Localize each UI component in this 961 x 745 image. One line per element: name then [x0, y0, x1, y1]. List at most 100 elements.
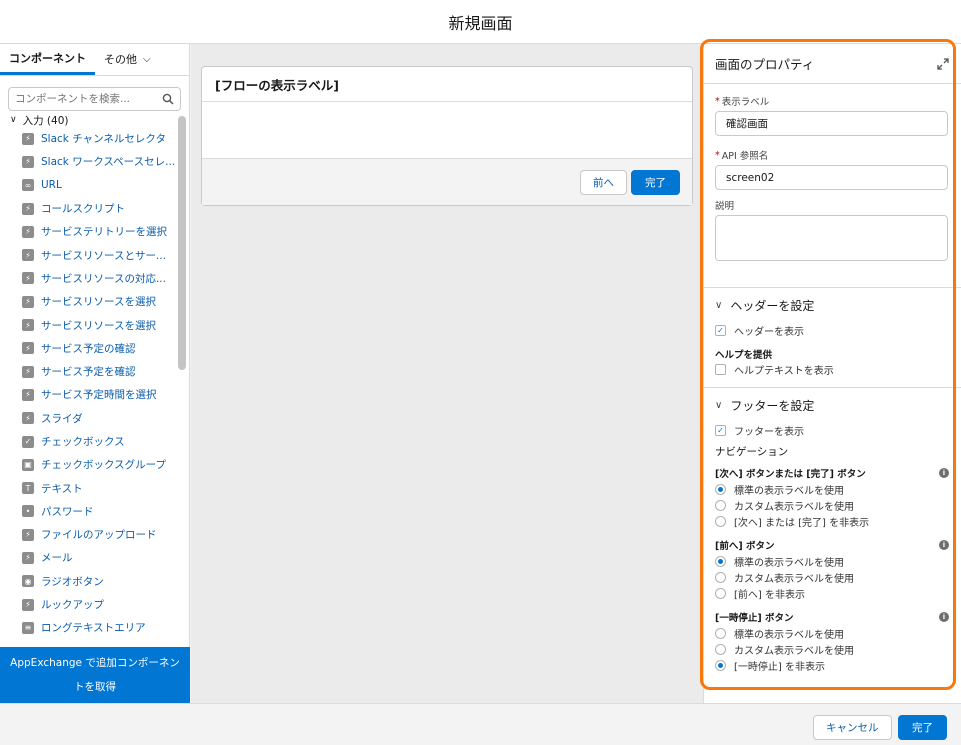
- nav-radio-option[interactable]: カスタム表示ラベルを使用: [704, 497, 961, 513]
- info-icon[interactable]: i: [939, 468, 949, 478]
- cancel-button[interactable]: キャンセル: [813, 715, 892, 740]
- tab-components[interactable]: コンポーネント: [0, 43, 95, 75]
- screen-preview-card[interactable]: [フローの表示ラベル] 前へ 完了: [201, 66, 693, 206]
- bolt-icon: ⚡: [22, 272, 34, 285]
- checkbox-group-icon: ▣: [22, 458, 34, 471]
- component-search-input[interactable]: [15, 93, 162, 105]
- nav-radio-option[interactable]: 標準の表示ラベルを使用: [704, 553, 961, 569]
- bolt-icon: ⚡: [22, 551, 34, 564]
- prev-button[interactable]: 前へ: [580, 170, 627, 195]
- component-item[interactable]: ⚡ サービスリソースを選択: [0, 290, 190, 313]
- api-name-field-label: * API 参照名: [715, 149, 769, 163]
- modal-title: 新規画面: [448, 13, 513, 33]
- component-item[interactable]: ⚡ サービスリソースの対応...: [0, 267, 190, 290]
- component-item[interactable]: ⚡ サービス予定を確認: [0, 360, 190, 383]
- component-item[interactable]: ▣ チェックボックスグループ: [0, 453, 190, 476]
- show-header-checkbox[interactable]: ✓ ヘッダーを表示: [704, 322, 961, 338]
- nav-radio-option[interactable]: カスタム表示ラベルを使用: [704, 569, 961, 585]
- screen-preview-title: [フローの表示ラベル]: [202, 67, 692, 102]
- bolt-icon: ⚡: [22, 528, 34, 541]
- component-item[interactable]: • パスワード: [0, 500, 190, 523]
- nav-radio-option[interactable]: [次へ] または [完了] を非表示: [704, 513, 961, 529]
- chevron-down-icon: ∨: [715, 399, 723, 411]
- component-item[interactable]: ⚡ サービスリソースとサー...: [0, 243, 190, 266]
- component-item[interactable]: ⚡ サービステリトリーを選択: [0, 220, 190, 243]
- nav-group-title: [前へ] ボタン i: [704, 537, 961, 553]
- modal-header: 新規画面: [0, 0, 961, 44]
- component-item[interactable]: ◉ ラジオボタン: [0, 570, 190, 593]
- checkbox-icon: ✓: [22, 435, 34, 448]
- nav-radio-option[interactable]: 標準の表示ラベルを使用: [704, 481, 961, 497]
- radio-unselected-icon: [715, 587, 726, 599]
- header-section-toggle[interactable]: ∨ ヘッダーを設定: [704, 288, 961, 322]
- finish-button[interactable]: 完了: [631, 170, 680, 195]
- navigation-title: ナビゲーション: [715, 445, 789, 458]
- radio-unselected-icon: [715, 627, 726, 639]
- bolt-icon: ⚡: [22, 155, 34, 168]
- radio-unselected-icon: [715, 515, 726, 527]
- component-item[interactable]: ⚡ スライダ: [0, 407, 190, 430]
- component-item[interactable]: ≡ ロングテキストエリア: [0, 616, 190, 639]
- component-list: ∨ 入力 (40) ⚡ Slack チャンネルセレクタ ⚡ Slack ワークスペースセ…: [0, 113, 190, 646]
- properties-header: 画面のプロパティ: [704, 44, 961, 84]
- description-textarea[interactable]: [715, 215, 948, 261]
- info-icon[interactable]: i: [939, 540, 949, 550]
- label-input[interactable]: 確認画面: [715, 111, 948, 136]
- component-item[interactable]: ⚡ メール: [0, 546, 190, 569]
- radio-unselected-icon: [715, 643, 726, 655]
- password-icon: •: [22, 505, 34, 518]
- bolt-icon: ⚡: [22, 132, 34, 145]
- expand-icon[interactable]: [937, 57, 949, 70]
- component-item[interactable]: ⚡ Slack チャンネルセレクタ: [0, 127, 190, 150]
- component-item[interactable]: ⚡ ルックアップ: [0, 593, 190, 616]
- component-item[interactable]: ⚡ サービス予定の確認: [0, 337, 190, 360]
- label-field-label: * 表示ラベル: [715, 95, 770, 109]
- done-button[interactable]: 完了: [898, 715, 947, 740]
- component-item[interactable]: ⚡ サービスリソースを選択: [0, 313, 190, 336]
- component-item[interactable]: ⚡ ファイルのアップロード: [0, 523, 190, 546]
- bolt-icon: ⚡: [22, 365, 34, 378]
- bolt-icon: ⚡: [22, 342, 34, 355]
- component-item[interactable]: ⚡ サービス予定時間を選択: [0, 383, 190, 406]
- palette-scrollbar[interactable]: [178, 116, 186, 370]
- nav-radio-option[interactable]: [前へ] を非表示: [704, 585, 961, 601]
- component-item[interactable]: ⚡ コールスクリプト: [0, 197, 190, 220]
- chevron-down-icon: ∨: [715, 299, 723, 311]
- info-icon[interactable]: i: [939, 612, 949, 622]
- component-item[interactable]: T テキスト: [0, 476, 190, 499]
- radio-unselected-icon: [715, 571, 726, 583]
- bolt-icon: ⚡: [22, 225, 34, 238]
- screen-properties-panel: 画面のプロパティ * 表示ラベル 確認画面 * API 参照名 screen02 説…: [703, 44, 961, 703]
- palette-tabs: コンポーネント その他 ⌵: [0, 44, 189, 76]
- component-item[interactable]: ∞ URL: [0, 174, 190, 197]
- bolt-icon: ⚡: [22, 388, 34, 401]
- nav-group-title: [一時停止] ボタン i: [704, 609, 961, 625]
- screen-preview-footer: 前へ 完了: [202, 158, 692, 205]
- flow-canvas: [フローの表示ラベル] 前へ 完了: [191, 44, 703, 703]
- nav-radio-option[interactable]: カスタム表示ラベルを使用: [704, 641, 961, 657]
- chevron-down-icon: ∨: [10, 115, 17, 125]
- appexchange-button[interactable]: AppExchange で追加コンポーネン トを取得: [0, 647, 190, 703]
- api-name-input[interactable]: screen02: [715, 165, 948, 190]
- radio-unselected-icon: [715, 499, 726, 511]
- checkbox-unchecked-icon: [715, 363, 726, 375]
- show-help-checkbox[interactable]: ヘルプテキストを表示: [704, 361, 961, 377]
- nav-radio-option[interactable]: [一時停止] を非表示: [704, 657, 961, 673]
- component-item[interactable]: ⚡ Slack ワークスペースセレ...: [0, 150, 190, 173]
- checkbox-checked-icon: ✓: [715, 424, 726, 436]
- tab-other[interactable]: その他 ⌵: [95, 43, 160, 75]
- show-footer-checkbox[interactable]: ✓ フッターを表示: [704, 422, 961, 438]
- text-icon: T: [22, 482, 34, 495]
- nav-radio-option[interactable]: 標準の表示ラベルを使用: [704, 625, 961, 641]
- component-item[interactable]: ✓ チェックボックス: [0, 430, 190, 453]
- bolt-icon: ⚡: [22, 598, 34, 611]
- modal-footer: キャンセル 完了: [0, 703, 961, 745]
- bolt-icon: ⚡: [22, 295, 34, 308]
- radio-selected-icon: [715, 659, 726, 671]
- nav-group-title: [次へ] ボタンまたは [完了] ボタン i: [704, 465, 961, 481]
- checkbox-checked-icon: ✓: [715, 324, 726, 336]
- description-label: 説明: [715, 201, 735, 212]
- section-input[interactable]: ∨ 入力 (40): [0, 113, 190, 127]
- component-search: [8, 87, 181, 111]
- footer-section-toggle[interactable]: ∨ フッターを設定: [704, 388, 961, 422]
